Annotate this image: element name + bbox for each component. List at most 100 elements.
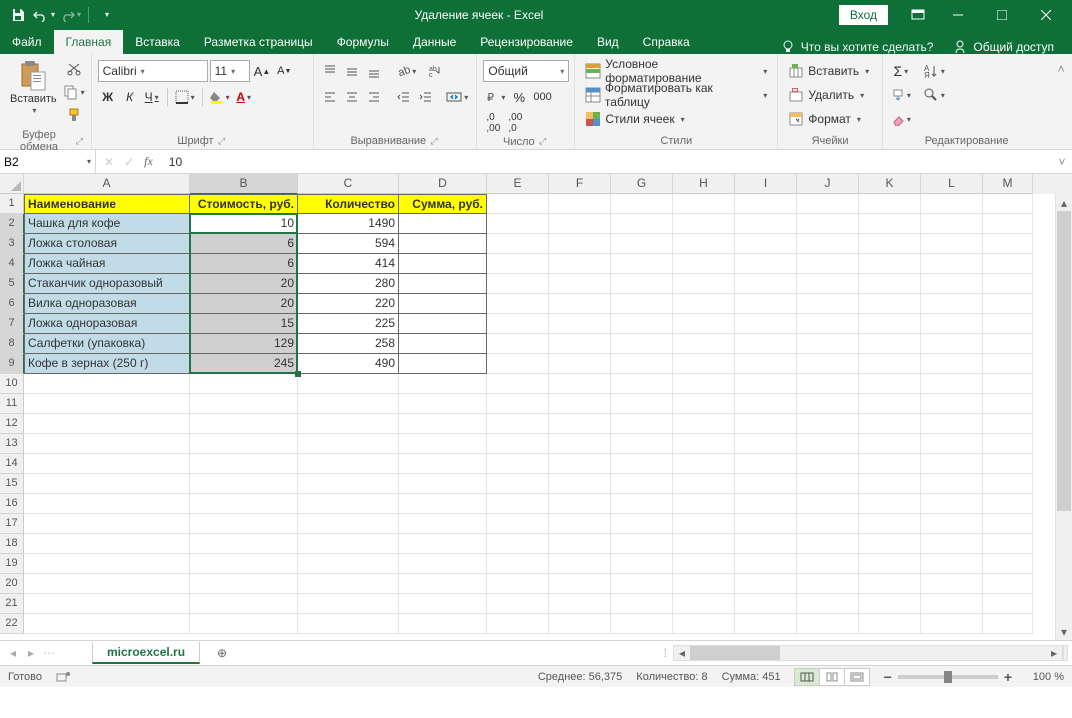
- enter-formula-icon[interactable]: ✓: [124, 155, 134, 169]
- cell[interactable]: [735, 534, 797, 554]
- cell[interactable]: [673, 594, 735, 614]
- row-header[interactable]: 21: [0, 594, 24, 614]
- cell[interactable]: [797, 554, 859, 574]
- cell[interactable]: [859, 394, 921, 414]
- cell[interactable]: 594: [298, 234, 399, 254]
- conditional-formatting-button[interactable]: Условное форматирование▾: [581, 60, 771, 82]
- row-header[interactable]: 14: [0, 454, 24, 474]
- cell[interactable]: [673, 494, 735, 514]
- cell[interactable]: [399, 294, 487, 314]
- cell[interactable]: [549, 234, 611, 254]
- cell[interactable]: [983, 594, 1033, 614]
- cell[interactable]: [190, 374, 298, 394]
- find-select-button[interactable]: ▾: [921, 84, 947, 106]
- cell[interactable]: [611, 574, 673, 594]
- cell[interactable]: [399, 534, 487, 554]
- cell[interactable]: [921, 514, 983, 534]
- cell[interactable]: [190, 474, 298, 494]
- cell[interactable]: [549, 514, 611, 534]
- cell[interactable]: [298, 494, 399, 514]
- undo-icon[interactable]: ▾: [32, 3, 56, 27]
- column-header[interactable]: I: [735, 174, 797, 194]
- accounting-format-button[interactable]: ₽▾: [483, 86, 507, 108]
- row-header[interactable]: 10: [0, 374, 24, 394]
- cell[interactable]: [921, 534, 983, 554]
- format-as-table-button[interactable]: Форматировать как таблицу▾: [581, 84, 771, 106]
- decrease-font-button[interactable]: A▼: [274, 60, 294, 82]
- cell[interactable]: [399, 494, 487, 514]
- row-header[interactable]: 17: [0, 514, 24, 534]
- cell[interactable]: [983, 574, 1033, 594]
- cell[interactable]: [983, 214, 1033, 234]
- cut-button[interactable]: [63, 58, 85, 80]
- cell[interactable]: [859, 274, 921, 294]
- cell[interactable]: [190, 494, 298, 514]
- cell[interactable]: [859, 214, 921, 234]
- increase-font-button[interactable]: A▲: [252, 60, 273, 82]
- cell[interactable]: [611, 614, 673, 634]
- cell[interactable]: [921, 214, 983, 234]
- cell[interactable]: 258: [298, 334, 399, 354]
- tab-help[interactable]: Справка: [631, 30, 702, 54]
- cell[interactable]: [797, 474, 859, 494]
- cell[interactable]: [190, 514, 298, 534]
- cell[interactable]: [611, 254, 673, 274]
- cell[interactable]: [673, 394, 735, 414]
- tab-data[interactable]: Данные: [401, 30, 468, 54]
- cell[interactable]: [549, 414, 611, 434]
- row-header[interactable]: 6: [0, 294, 24, 314]
- cell[interactable]: [611, 274, 673, 294]
- cell[interactable]: [611, 414, 673, 434]
- cell[interactable]: [487, 274, 549, 294]
- cell[interactable]: [797, 314, 859, 334]
- cell[interactable]: [859, 334, 921, 354]
- insert-cells-button[interactable]: Вставить▾: [784, 60, 873, 82]
- cell[interactable]: [549, 194, 611, 214]
- cell[interactable]: [298, 594, 399, 614]
- cell[interactable]: [190, 414, 298, 434]
- cell[interactable]: [983, 354, 1033, 374]
- cell[interactable]: [549, 434, 611, 454]
- cell[interactable]: [611, 394, 673, 414]
- cell[interactable]: [921, 494, 983, 514]
- tab-view[interactable]: Вид: [585, 30, 631, 54]
- hscroll-thumb[interactable]: [690, 646, 780, 660]
- cell[interactable]: 129: [190, 334, 298, 354]
- cell[interactable]: 280: [298, 274, 399, 294]
- cancel-formula-icon[interactable]: ✕: [104, 155, 114, 169]
- cell[interactable]: [921, 554, 983, 574]
- cell[interactable]: [298, 434, 399, 454]
- cell[interactable]: [797, 534, 859, 554]
- cell[interactable]: [673, 334, 735, 354]
- cell[interactable]: [921, 594, 983, 614]
- cell[interactable]: [735, 594, 797, 614]
- worksheet-grid[interactable]: ABCDEFGHIJKLM 12345678910111213141516171…: [0, 174, 1072, 640]
- redo-icon[interactable]: ▾: [58, 3, 82, 27]
- cell[interactable]: [797, 574, 859, 594]
- cell[interactable]: [487, 254, 549, 274]
- cell[interactable]: [859, 494, 921, 514]
- cell[interactable]: 6: [190, 234, 298, 254]
- row-header[interactable]: 18: [0, 534, 24, 554]
- cell[interactable]: [921, 254, 983, 274]
- sheet-nav-next-icon[interactable]: ▸: [22, 646, 40, 660]
- cell[interactable]: [611, 294, 673, 314]
- row-header[interactable]: 5: [0, 274, 24, 294]
- align-launcher-icon[interactable]: ⤢: [428, 135, 440, 147]
- cell[interactable]: [611, 554, 673, 574]
- cell[interactable]: [797, 294, 859, 314]
- cell[interactable]: Стоимость, руб.: [190, 194, 298, 214]
- macro-record-icon[interactable]: [56, 671, 70, 683]
- name-box[interactable]: ▾: [0, 150, 96, 173]
- row-header[interactable]: 11: [0, 394, 24, 414]
- cell[interactable]: [611, 434, 673, 454]
- cell[interactable]: [487, 514, 549, 534]
- cell[interactable]: [797, 374, 859, 394]
- maximize-icon[interactable]: [980, 0, 1024, 29]
- cell[interactable]: [673, 614, 735, 634]
- cell[interactable]: [399, 374, 487, 394]
- cell[interactable]: [549, 274, 611, 294]
- cell[interactable]: 10: [190, 214, 298, 234]
- cell[interactable]: [797, 274, 859, 294]
- formula-input[interactable]: 10: [161, 150, 1052, 173]
